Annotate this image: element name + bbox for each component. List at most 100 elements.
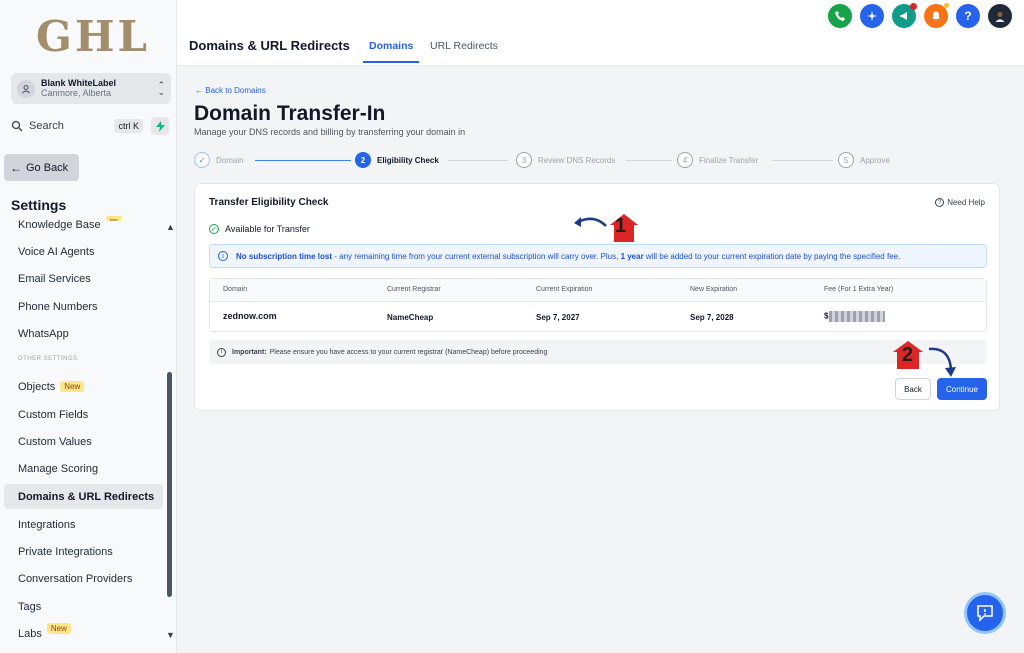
table-header: Domain Current Registrar Current Expirat… [210,279,986,302]
sidebar-item-whatsapp[interactable]: WhatsApp [4,321,163,346]
sidebar-item-private-integrations[interactable]: Private Integrations [4,539,163,564]
step-approve[interactable]: 5 Approve [838,152,890,168]
chevron-up-down-icon: ⌃ ⌄ [157,80,165,97]
sidebar-item-manage-scoring[interactable]: Manage Scoring [4,456,163,481]
sidebar-scrollbar[interactable]: ▲ ▼ [165,222,175,642]
annotation-number-1: 1 [615,215,627,237]
step-label: Approve [860,155,890,165]
arrow-left-icon: ← [10,160,22,175]
scroll-down-triangle-icon[interactable]: ▼ [166,630,175,640]
step-label: Finalize Transfer [699,155,759,165]
check-circle-icon: ✓ [209,224,219,234]
column-header: Current Registrar [387,286,441,293]
chat-support-button[interactable] [964,592,1006,634]
column-header: Current Expiration [536,286,593,293]
sidebar-item-label: Integrations [18,518,76,531]
sparkle-icon[interactable] [860,4,884,28]
go-back-button[interactable]: ← Go Back [4,154,79,181]
column-header: Fee (For 1 Extra Year) [824,286,894,293]
megaphone-icon[interactable] [892,3,917,28]
step-review-dns-records[interactable]: 3 Review DNS Records [516,152,615,168]
info-bold-text: No subscription time lost [236,251,333,261]
cell-current-expiration: Sep 7, 2027 [536,313,580,322]
new-badge: New [60,381,85,392]
sidebar-item-domains-url-redirects[interactable]: Domains & URL Redirects [4,484,163,509]
redacted-fee-amount [829,311,886,322]
step-eligibility-check[interactable]: 2 Eligibility Check [355,152,439,168]
check-icon: ✓ [194,152,210,168]
user-avatar[interactable] [988,4,1012,28]
back-button[interactable]: Back [895,378,931,400]
info-bold-text: 1 year [620,251,644,261]
go-back-label: Go Back [26,161,69,174]
sidebar-item-conversation-providers[interactable]: Conversation Providers [4,566,163,591]
chat-bubble-icon [977,605,993,622]
phone-icon[interactable] [828,4,852,28]
notification-dot [944,3,949,8]
help-icon[interactable]: ? [956,4,980,28]
sidebar-item-labs[interactable]: Labs New [4,621,163,646]
step-number: 3 [516,152,532,168]
column-header: Domain [223,286,248,293]
step-number: 2 [355,152,371,168]
sidebar-search[interactable]: Search ctrl K [11,117,143,135]
sidebar-item-label: Conversation Providers [18,572,133,585]
section-label-other-settings: OTHER SETTINGS [18,356,78,362]
sidebar-item-tags[interactable]: Tags [4,594,163,619]
sidebar-item-objects[interactable]: Objects New [4,374,163,399]
bell-icon[interactable] [924,3,949,28]
sidebar-item-label: Manage Scoring [18,462,99,475]
back-link-label: Back to Domains [205,86,266,95]
scroll-up-triangle-icon[interactable]: ▲ [166,222,175,232]
settings-heading: Settings [11,197,67,213]
sidebar-item-label: Tags [18,600,42,613]
sidebar-item-phone-numbers[interactable]: Phone Numbers [4,294,163,319]
cell-domain: zednow.com [223,311,277,321]
scrollbar-thumb[interactable] [167,372,172,597]
tab-domains[interactable]: Domains [369,40,413,52]
sidebar-item-email-services[interactable]: Email Services [4,266,163,291]
page-title: Domains & URL Redirects [189,38,350,53]
sidebar-item-label: Email Services [18,272,91,285]
sidebar-item-custom-fields[interactable]: Custom Fields [4,402,163,427]
brand-logo[interactable]: GHL [36,12,150,61]
info-banner-text: No subscription time lost - any remainin… [236,252,900,261]
step-finalize-transfer[interactable]: 4 Finalize Transfer [677,152,758,168]
sidebar-item-label: Labs [18,627,42,640]
info-text: - any remaining time from your current e… [332,251,621,261]
sidebar-item-label: Custom Values [18,435,92,448]
account-switcher[interactable]: Blank WhiteLabel Canmore, Alberta ⌃ ⌄ [11,73,171,104]
availability-label: Available for Transfer [225,224,310,234]
sidebar-item-label: Voice AI Agents [18,245,95,258]
important-label: Important: [232,348,267,356]
column-header: New Expiration [690,286,738,293]
step-connector [255,160,351,161]
fee-currency: $ [824,311,829,321]
step-label: Domain [216,155,244,165]
annotation-arrow-1 [574,214,638,242]
sidebar-item-voice-ai-agents[interactable]: Voice AI Agents [4,239,163,264]
card-title: Transfer Eligibility Check [209,197,329,208]
sidebar-item-integrations[interactable]: Integrations [4,512,163,537]
sidebar-item-custom-values[interactable]: Custom Values [4,429,163,454]
annotation-number-2: 2 [902,344,914,366]
info-icon: i [218,251,228,261]
quick-action-bolt-icon[interactable] [151,117,169,135]
need-help-link[interactable]: ? Need Help [935,198,985,207]
search-label: Search [29,120,64,132]
back-to-domains-link[interactable]: ← Back to Domains [195,86,266,95]
transfer-subtitle: Manage your DNS records and billing by t… [194,127,466,137]
tab-url-redirects[interactable]: URL Redirects [430,40,498,52]
search-shortcut: ctrl K [114,119,143,133]
step-number: 4 [677,152,693,168]
help-circle-icon: ? [935,198,945,207]
step-connector [626,160,672,161]
sidebar-item-label: Domains & URL Redirects [18,490,155,503]
header-actions: ? [820,3,1012,28]
sidebar-item-knowledge-base[interactable]: Knowledge Base New [4,214,163,237]
sidebar-item-label: Phone Numbers [18,300,98,313]
continue-button[interactable]: Continue [937,378,987,400]
sidebar-item-label: Objects [18,380,56,393]
step-domain[interactable]: ✓ Domain [194,152,244,168]
active-tab-indicator [363,61,419,63]
